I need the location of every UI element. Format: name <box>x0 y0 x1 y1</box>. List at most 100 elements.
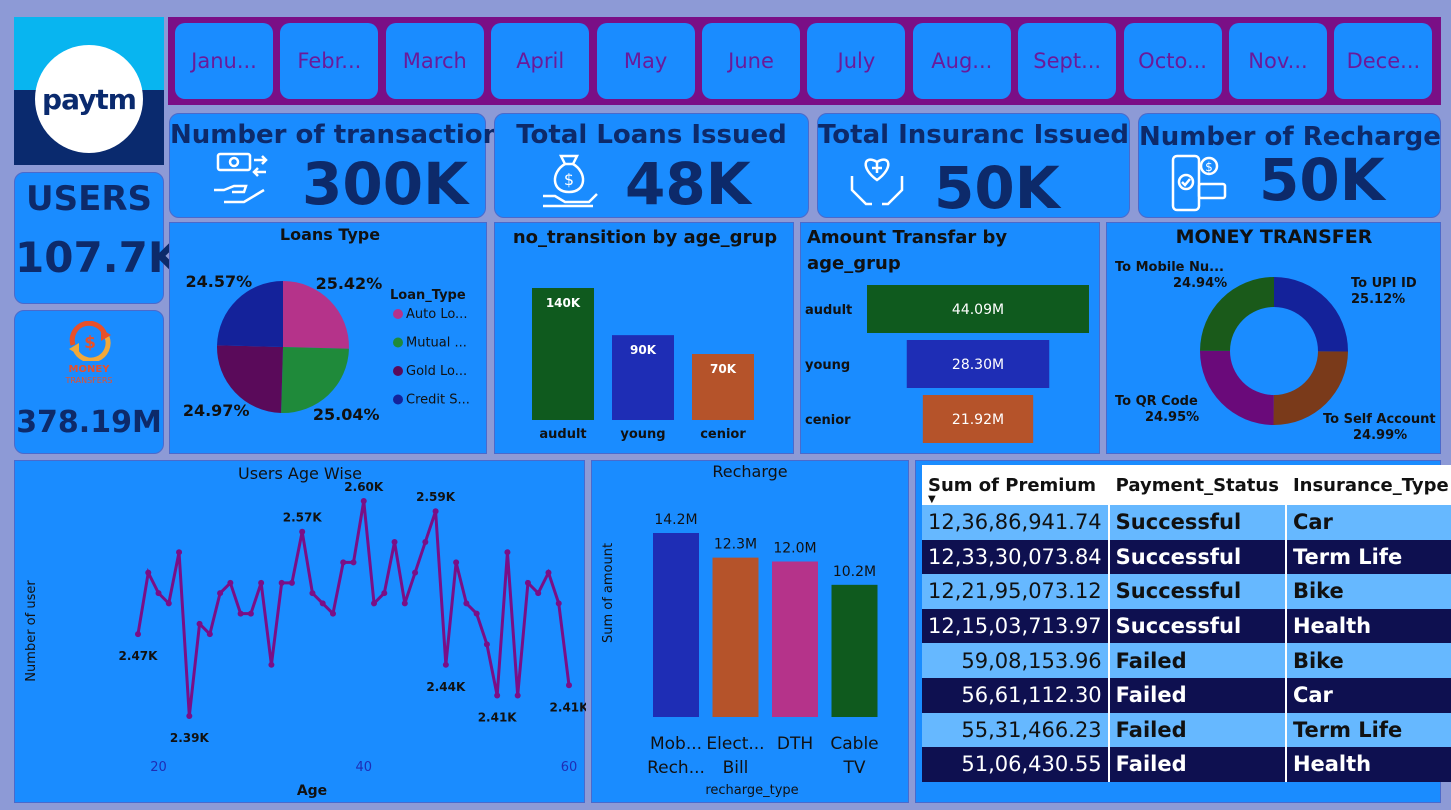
money-transfer-slice[interactable] <box>1200 350 1274 425</box>
month-button-6[interactable]: June <box>702 23 800 99</box>
amount-transfer-by-age-chart: Amount Transfar by age_grup 44.09M audult 28… <box>800 222 1100 454</box>
recharge-bar[interactable] <box>831 584 878 717</box>
month-button-11[interactable]: Nov... <box>1229 23 1327 99</box>
users-age-line[interactable] <box>136 500 571 717</box>
users-age-point[interactable] <box>504 549 511 556</box>
users-age-point[interactable] <box>463 600 470 607</box>
table-row[interactable]: 55,31,466.23 Failed Term Life <box>922 712 1451 748</box>
month-button-10[interactable]: Octo... <box>1123 23 1222 99</box>
users-age-point-label: 2.59K <box>416 490 456 504</box>
users-age-point[interactable] <box>165 600 172 607</box>
users-age-point[interactable] <box>360 498 367 504</box>
money-transfer-slice[interactable] <box>1274 277 1348 352</box>
month-button-9[interactable]: Sept... <box>1018 23 1117 99</box>
recharge-svg: Recharge Sum of amount recharge_type 14.2M M… <box>601 462 879 798</box>
users-age-point[interactable] <box>381 590 388 597</box>
svg-text:$: $ <box>84 333 96 353</box>
users-age-point[interactable] <box>432 508 439 515</box>
users-age-point[interactable] <box>186 713 193 719</box>
month-button-4[interactable]: April <box>491 23 590 99</box>
users-age-point[interactable] <box>371 600 378 607</box>
svg-text:$: $ <box>1205 160 1213 174</box>
table-cell: 55,31,466.23 <box>922 712 1110 748</box>
table-row[interactable]: 12,33,30,073.84 Successful Term Life <box>922 539 1451 575</box>
loans-type-chart: Loans Type 25.42% 25.04% 24.97% 24.57% Loan_T… <box>169 222 487 454</box>
money-transfer-percent: 24.99% <box>1353 428 1407 443</box>
users-age-point[interactable] <box>442 661 449 668</box>
table-cell: Failed <box>1108 712 1287 748</box>
recharge-bar[interactable] <box>712 557 759 717</box>
users-age-point[interactable] <box>329 610 336 617</box>
transactions-by-age-svg: no_transition by age_grup 140K audult 90K yo… <box>513 227 777 442</box>
users-age-point[interactable] <box>145 569 152 576</box>
users-age-point[interactable] <box>319 600 326 607</box>
users-age-point[interactable] <box>288 579 295 586</box>
users-age-point[interactable] <box>412 569 419 576</box>
cash-hand-icon <box>210 150 272 208</box>
transfer-bar-label: 44.09M <box>952 302 1004 318</box>
table-row[interactable]: 12,36,86,941.74 Successful Car <box>922 505 1451 540</box>
sort-desc-icon[interactable]: ▼ <box>928 494 936 505</box>
users-age-point[interactable] <box>514 692 521 699</box>
users-age-point[interactable] <box>278 579 285 586</box>
kpi-loans-value: 48K <box>625 150 751 218</box>
transfer-bar-label: 28.30M <box>952 357 1004 373</box>
table-row[interactable]: 12,15,03,713.97 Successful Health <box>922 608 1451 644</box>
month-button-3[interactable]: March <box>385 23 484 99</box>
users-age-point[interactable] <box>155 590 162 597</box>
users-age-point[interactable] <box>555 600 562 607</box>
loans-legend-item[interactable]: Auto Lo... <box>406 307 467 322</box>
month-button-7[interactable]: July <box>807 23 906 99</box>
users-age-point[interactable] <box>401 600 408 607</box>
month-button-12[interactable]: Dece... <box>1334 23 1433 99</box>
table-row[interactable]: 59,08,153.96 Failed Bike <box>922 643 1451 678</box>
month-button-5[interactable]: May <box>596 23 695 99</box>
users-age-point[interactable] <box>268 661 275 668</box>
money-transfers-value: 378.19M <box>16 405 162 440</box>
recharge-xlabel: recharge_type <box>705 783 798 798</box>
users-age-point[interactable] <box>566 682 572 689</box>
transfer-category-label: audult <box>805 303 852 318</box>
recharge-bar[interactable] <box>772 561 818 717</box>
users-age-point[interactable] <box>483 641 490 648</box>
users-age-point[interactable] <box>494 692 501 699</box>
loans-pie-slice[interactable] <box>281 347 349 413</box>
users-age-point[interactable] <box>135 631 141 638</box>
month-button-1[interactable]: Janu... <box>175 23 273 99</box>
loans-legend-item[interactable]: Credit S... <box>406 393 470 408</box>
table-row[interactable]: 51,06,430.55 Failed Health <box>922 747 1451 782</box>
month-button-2[interactable]: Febr... <box>280 23 379 99</box>
users-age-point[interactable] <box>524 579 531 586</box>
users-age-point[interactable] <box>350 559 357 566</box>
table-header[interactable]: Insurance_Type <box>1285 465 1451 505</box>
recharge-category-label: Bill <box>723 758 749 778</box>
users-age-point[interactable] <box>391 538 398 545</box>
users-age-point[interactable] <box>453 559 460 566</box>
users-age-point[interactable] <box>217 590 224 597</box>
loans-legend-item[interactable]: Mutual ... <box>406 336 467 351</box>
users-age-point[interactable] <box>545 569 552 576</box>
users-age-point[interactable] <box>258 579 265 586</box>
month-button-8[interactable]: Aug... <box>912 23 1011 99</box>
users-age-point[interactable] <box>340 559 347 566</box>
table-header[interactable]: Sum of Premium ▼ <box>922 465 1110 505</box>
kpi-transactions-title: Number of transactions <box>170 120 517 150</box>
money-transfers-icon: $ <box>63 320 117 363</box>
users-age-point[interactable] <box>535 590 542 597</box>
table-row[interactable]: 56,61,112.30 Failed Car <box>922 677 1451 713</box>
users-age-point[interactable] <box>196 620 203 627</box>
table-header[interactable]: Payment_Status <box>1108 465 1287 505</box>
users-age-point[interactable] <box>309 590 316 597</box>
users-age-point[interactable] <box>176 549 183 556</box>
table-row[interactable]: 12,21,95,073.12 Successful Bike <box>922 574 1451 609</box>
users-age-point[interactable] <box>227 579 234 586</box>
kpi-insurance-card: Total Insuranc Issued 50K <box>817 113 1130 222</box>
users-age-point[interactable] <box>299 528 306 535</box>
users-age-point[interactable] <box>237 610 244 617</box>
loans-legend-item[interactable]: Gold Lo... <box>406 364 467 379</box>
recharge-bar[interactable] <box>653 533 699 717</box>
users-age-point[interactable] <box>206 631 213 638</box>
users-age-point[interactable] <box>422 538 429 545</box>
users-age-point[interactable] <box>247 610 254 617</box>
users-age-point[interactable] <box>473 610 480 617</box>
